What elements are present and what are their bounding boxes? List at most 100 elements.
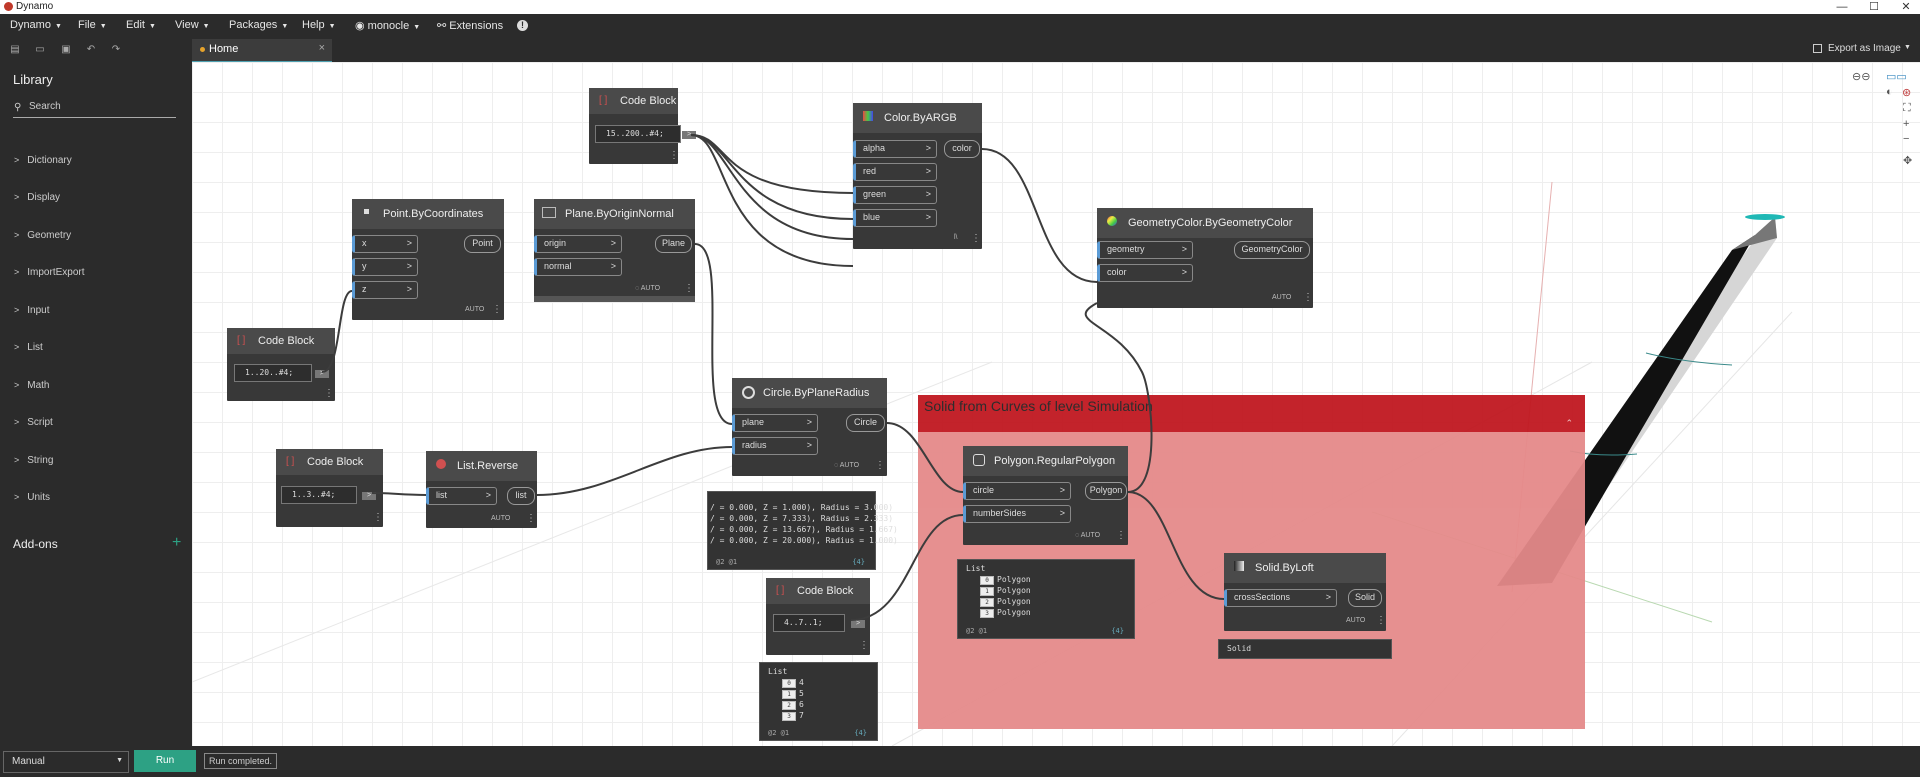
node-header[interactable]: [ ] Code Block (227, 328, 335, 354)
graph-view-toggle-icon[interactable]: ▭▭ (1886, 70, 1907, 83)
node-menu-icon[interactable]: ⋮ (492, 304, 502, 315)
lacing-indicator[interactable]: ◌ AUTO (834, 462, 859, 469)
input-port-green[interactable]: green > (853, 186, 937, 204)
input-port-z[interactable]: z > (352, 281, 418, 299)
input-port-red[interactable]: red > (853, 163, 937, 181)
menu-help[interactable]: Help ▼ (302, 19, 336, 31)
input-port-x[interactable]: x > (352, 235, 418, 253)
polygon-preview-bubble[interactable]: List 0 Polygon 1 Polygon 2 Polygon 3 Polygon… (957, 559, 1135, 639)
node-menu-icon[interactable]: ⋮ (684, 283, 694, 294)
code-block-output-port[interactable]: > (315, 370, 329, 378)
code-block-output-port[interactable]: > (851, 620, 865, 628)
circle-preview-bubble[interactable]: / = 0.000, Z = 1.000), Radius = 3.000) /… (707, 491, 898, 570)
code-block-editor[interactable]: 1..20..#4; (234, 364, 312, 382)
lacing-indicator[interactable]: ◌ AUTO (635, 285, 660, 292)
library-item-script[interactable]: > Script (14, 417, 53, 428)
minimize-button[interactable]: — (1828, 0, 1856, 14)
save-file-icon[interactable]: ▣ (61, 45, 71, 55)
lacing-indicator[interactable]: AUTO (465, 306, 484, 313)
input-port-number-sides[interactable]: numberSides > (963, 505, 1071, 523)
node-header[interactable]: Point.ByCoordinates (352, 199, 504, 229)
node-header[interactable]: Circle.ByPlaneRadius (732, 378, 887, 408)
output-port-color[interactable]: color (944, 140, 980, 158)
input-port-list[interactable]: list > (426, 487, 497, 505)
pan-mode-icon[interactable]: ⊛ (1902, 86, 1911, 99)
undo-icon[interactable]: ↶ (86, 45, 96, 55)
output-port-list[interactable]: list (507, 487, 535, 505)
zoom-in-icon[interactable]: + (1903, 118, 1909, 130)
node-code-block-4[interactable]: [ ] Code Block 4..7..1; > ⋮ (766, 578, 870, 655)
node-header[interactable]: [ ] Code Block (276, 449, 383, 475)
node-menu-icon[interactable]: ⋮ (1376, 615, 1386, 626)
code-block-editor[interactable]: 1..3..#4; (281, 486, 357, 504)
maximize-button[interactable]: ☐ (1860, 0, 1888, 14)
group-header[interactable]: Solid from Curves of level Simulation ⌃ (918, 395, 1585, 432)
input-port-plane[interactable]: plane > (732, 414, 818, 432)
close-button[interactable]: ✕ (1892, 0, 1920, 14)
node-header[interactable]: List.Reverse (426, 451, 537, 481)
node-circle-by-plane-radius[interactable]: Circle.ByPlaneRadius plane > radius > Circ… (732, 378, 887, 476)
input-port-cross-sections[interactable]: crossSections > (1224, 589, 1337, 607)
node-header[interactable]: Solid.ByLoft (1224, 553, 1386, 583)
input-port-y[interactable]: y > (352, 258, 418, 276)
node-menu-icon[interactable]: ⋮ (859, 640, 869, 651)
library-item-display[interactable]: > Display (14, 192, 60, 203)
tab-close-icon[interactable]: × (319, 42, 325, 54)
output-port-circle[interactable]: Circle (846, 414, 885, 432)
node-header[interactable]: [ ] Code Block (766, 578, 870, 604)
code-block-output-port[interactable]: > (362, 492, 376, 500)
pan-icon[interactable]: ✥ (1903, 154, 1912, 167)
node-geometry-color-by-geometry-color[interactable]: GeometryColor.ByGeometryColor geometry > … (1097, 208, 1313, 308)
input-port-radius[interactable]: radius > (732, 437, 818, 455)
open-file-icon[interactable]: ▭ (35, 45, 45, 55)
node-header[interactable]: [ ] Code Block (589, 88, 678, 114)
node-menu-icon[interactable]: ⋮ (373, 512, 383, 523)
code-block-editor[interactable]: 15..200..#4; (595, 125, 681, 143)
node-menu-icon[interactable]: ⋮ (1303, 292, 1313, 303)
solid-preview-bubble[interactable]: Solid (1218, 639, 1392, 659)
input-port-origin[interactable]: origin > (534, 235, 622, 253)
library-item-importexport[interactable]: > ImportExport (14, 267, 85, 278)
node-code-block-1[interactable]: [ ] Code Block 1..20..#4; > ⋮ (227, 328, 335, 401)
code-block-editor[interactable]: 4..7..1; (773, 614, 845, 632)
redo-icon[interactable]: ↷ (111, 45, 121, 55)
lacing-indicator[interactable]: ◌ AUTO (1075, 532, 1100, 539)
input-port-normal[interactable]: normal > (534, 258, 622, 276)
output-port-plane[interactable]: Plane (655, 235, 692, 253)
run-mode-select[interactable]: Manual ▼ (3, 751, 129, 773)
node-header[interactable]: Color.ByARGB (853, 103, 982, 133)
output-port-polygon[interactable]: Polygon (1085, 482, 1127, 500)
menu-file[interactable]: File ▼ (78, 19, 107, 31)
input-port-blue[interactable]: blue > (853, 209, 937, 227)
input-port-geometry[interactable]: geometry > (1097, 241, 1193, 259)
node-header[interactable]: Polygon.RegularPolygon (963, 446, 1128, 476)
library-item-geometry[interactable]: > Geometry (14, 230, 71, 241)
node-header[interactable]: Plane.ByOriginNormal (534, 199, 695, 229)
menu-packages[interactable]: Packages ▼ (229, 19, 288, 31)
library-item-math[interactable]: > Math (14, 380, 50, 391)
lacing-indicator[interactable]: AUTO (1272, 294, 1291, 301)
node-code-block-2[interactable]: [ ] Code Block 15..200..#4; > ⋮ (589, 88, 696, 164)
add-package-button[interactable]: + (172, 534, 181, 552)
node-color-by-argb[interactable]: Color.ByARGB alpha > red > green > blue > co… (853, 103, 982, 249)
new-file-icon[interactable]: ▤ (10, 45, 20, 55)
node-header[interactable]: GeometryColor.ByGeometryColor (1097, 208, 1313, 238)
run-button[interactable]: Run (134, 750, 196, 772)
library-item-dictionary[interactable]: > Dictionary (14, 155, 72, 166)
library-search-input[interactable]: ⚲ Search (13, 99, 176, 118)
node-polygon-regular-polygon[interactable]: Polygon.RegularPolygon circle > numberSid… (963, 446, 1128, 545)
output-port-point[interactable]: Point (464, 235, 501, 253)
node-point-by-coordinates[interactable]: Point.ByCoordinates x > y > z > Point AUTO … (352, 199, 504, 320)
menu-edit[interactable]: Edit ▼ (126, 19, 156, 31)
tab-home[interactable]: Home × (192, 39, 332, 63)
node-menu-icon[interactable]: ⋮ (1116, 530, 1126, 541)
node-menu-icon[interactable]: ⋮ (971, 233, 981, 244)
code-block-output-port[interactable]: > (682, 131, 696, 139)
library-item-input[interactable]: > Input (14, 305, 50, 316)
output-port-geometry-color[interactable]: GeometryColor (1234, 241, 1310, 259)
graph-canvas[interactable]: Solid from Curves of level Simulation ⌃ … (192, 62, 1920, 746)
library-item-string[interactable]: > String (14, 455, 53, 466)
chevron-up-icon[interactable]: ⌃ (1565, 418, 1573, 429)
node-menu-icon[interactable]: ⋮ (875, 460, 885, 471)
lacing-indicator[interactable]: AUTO (1346, 617, 1365, 624)
